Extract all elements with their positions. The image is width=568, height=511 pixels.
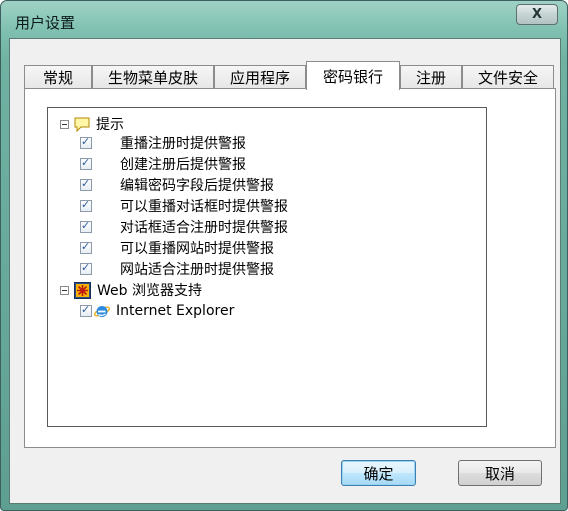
- tree-node-web-browser[interactable]: Web 浏览器支持: [60, 280, 202, 300]
- checkbox[interactable]: [80, 303, 92, 317]
- tree-item[interactable]: 编辑密码字段后提供警报: [80, 175, 274, 195]
- collapse-icon[interactable]: [60, 285, 69, 295]
- checkbox[interactable]: [80, 177, 92, 191]
- tab-label: 常规: [42, 69, 73, 87]
- web-browser-icon: [74, 281, 91, 299]
- note-icon: [74, 117, 90, 132]
- tab-label: 应用程序: [229, 69, 290, 87]
- dialog-body: 常规 生物菜单皮肤 应用程序 密码银行 注册 文件安全 提示 ✓ 重播注册时提供…: [9, 38, 561, 504]
- checkbox[interactable]: [80, 240, 92, 254]
- checkbox[interactable]: [80, 156, 92, 170]
- tree-item-label: Internet Explorer: [116, 303, 235, 319]
- ok-button-label: 确定: [363, 464, 394, 483]
- checkbox[interactable]: [80, 198, 92, 212]
- checkbox[interactable]: [80, 219, 92, 233]
- tab-applications[interactable]: 应用程序: [214, 65, 306, 89]
- tree-item[interactable]: 对话框适合注册时提供警报: [80, 217, 288, 237]
- internet-explorer-icon: [93, 303, 111, 319]
- tree-item-label: 编辑密码字段后提供警报: [120, 178, 274, 194]
- settings-window: 用户设置 X 常规 生物菜单皮肤 应用程序 密码银行 注册 文件安全 提示 ✓ …: [0, 0, 568, 511]
- tab-label: 注册: [415, 69, 446, 87]
- ok-button[interactable]: 确定: [341, 460, 416, 486]
- web-browser-label: Web 浏览器支持: [97, 283, 202, 299]
- close-icon: X: [531, 7, 543, 22]
- tips-label: 提示: [96, 117, 124, 133]
- settings-tree[interactable]: 提示 重播注册时提供警报 创建注册后提供警报 编辑密码字段后提供警报 可以重播对…: [47, 107, 487, 427]
- tree-item[interactable]: 网站适合注册时提供警报: [80, 259, 274, 279]
- title-bar[interactable]: 用户设置 X: [1, 1, 567, 37]
- password-bank-panel: 提示 重播注册时提供警报 创建注册后提供警报 编辑密码字段后提供警报 可以重播对…: [24, 88, 556, 448]
- tab-bio-menu-skin[interactable]: 生物菜单皮肤: [92, 65, 214, 89]
- window-title: 用户设置: [15, 14, 76, 32]
- tree-item[interactable]: 可以重播对话框时提供警报: [80, 196, 288, 216]
- tab-label: 文件安全: [477, 69, 538, 87]
- tree-item[interactable]: 可以重播网站时提供警报: [80, 238, 274, 258]
- tree-item[interactable]: 重播注册时提供警报: [80, 133, 246, 153]
- tree-item[interactable]: 创建注册后提供警报: [80, 154, 246, 174]
- tab-registration[interactable]: 注册: [400, 65, 462, 89]
- tab-label: 密码银行: [322, 67, 383, 86]
- tab-password-bank[interactable]: 密码银行: [306, 61, 400, 90]
- tree-item-label: 创建注册后提供警报: [120, 157, 246, 173]
- collapse-icon[interactable]: [60, 119, 69, 129]
- tab-label: 生物菜单皮肤: [107, 69, 198, 87]
- tab-file-security[interactable]: 文件安全: [462, 65, 554, 89]
- tree-item-label: 网站适合注册时提供警报: [120, 262, 274, 278]
- tree-item[interactable]: Internet Explorer: [80, 301, 234, 321]
- tree-item-label: 对话框适合注册时提供警报: [120, 220, 288, 236]
- tab-general[interactable]: 常规: [24, 65, 92, 89]
- close-button[interactable]: X: [516, 4, 558, 25]
- tree-node-tips[interactable]: 提示: [60, 114, 124, 134]
- tree-item-label: 重播注册时提供警报: [120, 136, 246, 152]
- cancel-button[interactable]: 取消: [458, 460, 542, 486]
- checkbox[interactable]: [80, 261, 92, 275]
- cancel-button-label: 取消: [484, 464, 515, 483]
- tab-strip: 常规 生物菜单皮肤 应用程序 密码银行 注册 文件安全: [24, 61, 556, 90]
- tree-item-label: 可以重播网站时提供警报: [120, 241, 274, 257]
- tree-item-label: 可以重播对话框时提供警报: [120, 199, 288, 215]
- checkbox[interactable]: [80, 135, 92, 149]
